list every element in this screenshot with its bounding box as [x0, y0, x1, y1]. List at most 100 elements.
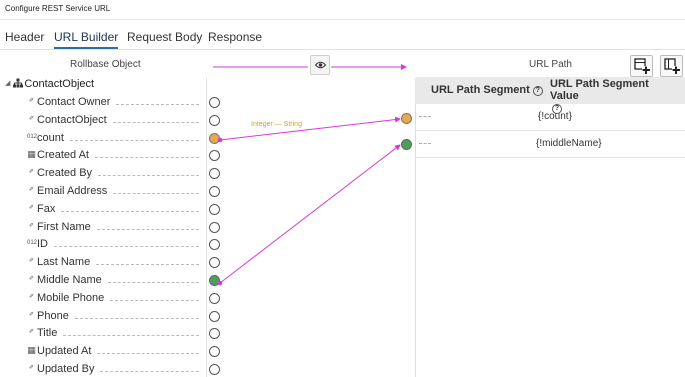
field-connector-dashes [61, 210, 199, 212]
field-connector-dashes [54, 246, 199, 248]
field-port[interactable] [209, 310, 220, 322]
grid-port-count[interactable] [401, 113, 412, 124]
window-title: Configure REST Service URL [5, 4, 111, 13]
text-field-icon: ✐ [28, 365, 35, 371]
text-field-icon: ✐ [28, 115, 35, 122]
number-field-icon: 012 [27, 133, 38, 140]
tree-field-row[interactable]: ✐ Phone [0, 308, 207, 326]
field-connector-dashes [116, 104, 199, 105]
tree-field-label: Phone [37, 309, 69, 322]
field-port[interactable] [209, 275, 220, 286]
tree-field-label: Created At [37, 149, 89, 162]
add-row-icon [634, 58, 650, 74]
tree-field-row[interactable]: 012 ID [0, 236, 207, 254]
field-port[interactable] [209, 203, 220, 215]
field-connector-dashes [113, 193, 199, 194]
tree-field-row[interactable]: ▦ Updated At [0, 343, 207, 361]
tree-field-row[interactable]: ✐ Email Address [0, 183, 207, 201]
field-port[interactable] [209, 114, 220, 126]
tab-url-builder[interactable]: URL Builder [54, 30, 119, 49]
tree-field-label: Updated By [37, 363, 95, 375]
eye-icon [315, 61, 326, 69]
tree-field-label: Updated At [37, 345, 92, 358]
segment-value[interactable]: {!count} [538, 111, 572, 122]
field-connector-dashes [95, 157, 199, 159]
field-port[interactable] [209, 150, 220, 162]
tree-field-row[interactable]: ✐ Updated By [0, 361, 207, 377]
field-port[interactable] [209, 186, 220, 197]
row-connector [419, 143, 431, 144]
field-connector-dashes [108, 282, 199, 283]
tab-request-body[interactable]: Request Body [127, 30, 202, 49]
tree-root[interactable]: ◢ ContactObject [5, 78, 94, 92]
grid-port-middle-name[interactable] [401, 139, 412, 150]
tree-field-label: Mobile Phone [37, 291, 105, 304]
tree-field-label: Created By [37, 167, 93, 180]
column-header-segment: URL Path Segment? [431, 84, 543, 96]
date-field-icon: ▦ [27, 345, 36, 356]
tree-field-row[interactable]: ✐ Title [0, 325, 207, 343]
tree-field-row[interactable]: ✐ First Name [0, 219, 207, 237]
tree-field-label: Title [37, 327, 58, 340]
number-field-icon: 012 [27, 240, 38, 247]
add-row-button[interactable] [630, 55, 653, 77]
tab-bar: Header URL Builder Request Body Response [0, 28, 685, 50]
row-connector [419, 116, 431, 117]
tree-field-row[interactable]: ✐ Mobile Phone [0, 290, 207, 308]
field-port[interactable] [209, 346, 220, 358]
window-titlebar: Configure REST Service URL [0, 0, 685, 20]
text-field-icon: ✐ [28, 98, 35, 104]
field-port[interactable] [209, 168, 220, 180]
text-field-icon: ✐ [28, 204, 35, 211]
field-port[interactable] [209, 239, 220, 251]
tree-field-label: Last Name [37, 256, 91, 269]
segment-value[interactable]: {!middleName} [536, 138, 602, 149]
tab-header[interactable]: Header [5, 30, 44, 49]
tab-response[interactable]: Response [208, 30, 262, 49]
right-panel-title: URL Path [529, 59, 572, 70]
field-port[interactable] [209, 364, 220, 375]
collapse-caret-icon[interactable]: ◢ [5, 79, 10, 87]
tree-field-label: Middle Name [37, 274, 102, 286]
field-connector-dashes [97, 353, 199, 355]
field-port[interactable] [209, 132, 220, 144]
field-port[interactable] [209, 328, 220, 340]
object-tree: ◢ ContactObject ✐ Contact Owner ✐ ContactObj… [0, 78, 207, 377]
toggle-visibility-button[interactable] [310, 55, 330, 75]
field-connector-dashes [110, 299, 199, 301]
help-icon[interactable]: ? [532, 86, 543, 96]
field-connector-dashes [97, 228, 199, 230]
tree-field-label: count [37, 131, 64, 144]
tree-field-label: ID [37, 238, 48, 251]
tree-field-row[interactable]: ✐ ContactObject [0, 112, 207, 130]
field-port[interactable] [209, 257, 220, 269]
grid-row[interactable]: {!count} [416, 104, 685, 131]
field-connector-dashes [113, 121, 199, 123]
field-connector-dashes [98, 175, 199, 177]
text-field-icon: ✐ [28, 329, 35, 336]
mapping-type-label: Integer — String [251, 121, 302, 128]
tree-field-row[interactable]: 012 count [0, 130, 207, 148]
tree-field-row[interactable]: ✐ Last Name [0, 254, 207, 272]
tree-field-row[interactable]: ✐ Created By [0, 165, 207, 183]
field-port[interactable] [209, 292, 220, 304]
text-field-icon: ✐ [28, 293, 35, 300]
field-port[interactable] [209, 97, 220, 108]
text-field-icon: ✐ [28, 187, 35, 193]
tree-field-row[interactable]: ✐ Contact Owner [0, 94, 207, 112]
text-field-icon: ✐ [28, 311, 35, 318]
tree-field-row[interactable]: ✐ Fax [0, 201, 207, 219]
link-count-line [219, 116, 401, 141]
link-middle-name-line [219, 144, 401, 284]
tree-field-row[interactable]: ✐ Middle Name [0, 272, 207, 290]
field-port[interactable] [209, 221, 220, 233]
add-column-button[interactable] [660, 55, 683, 77]
text-field-icon: ✐ [28, 258, 35, 265]
grid-row[interactable]: {!middleName} [416, 131, 685, 158]
tree-field-label: First Name [37, 220, 91, 233]
url-path-grid: {!count} {!middleName} [415, 104, 685, 377]
tree-field-label: ContactObject [37, 113, 107, 126]
date-field-icon: ▦ [27, 149, 36, 160]
tree-field-row[interactable]: ▦ Created At [0, 147, 207, 165]
text-field-icon: ✐ [28, 169, 35, 176]
